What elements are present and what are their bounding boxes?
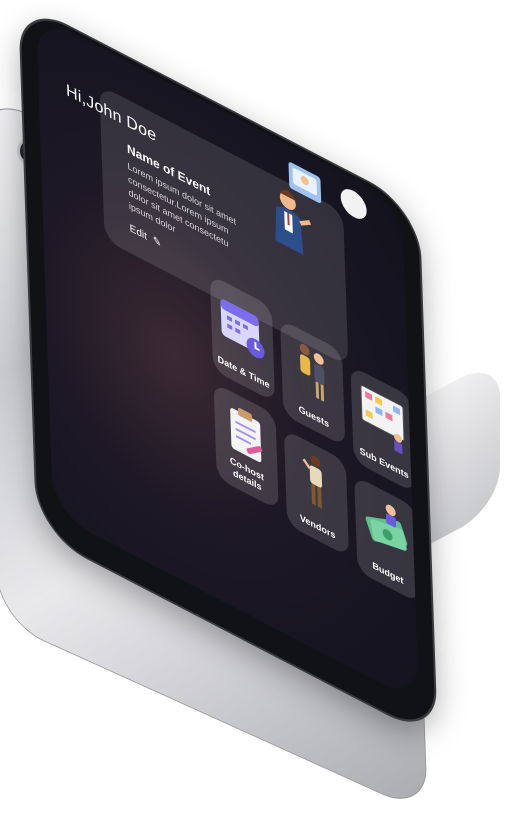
camera-icon <box>20 139 44 163</box>
edit-label: Edit <box>129 222 148 243</box>
pencil-icon: ✎ <box>152 234 162 251</box>
flash-icon <box>41 168 47 174</box>
profile-avatar-icon[interactable] <box>340 184 368 225</box>
presenter-icon <box>275 162 322 255</box>
